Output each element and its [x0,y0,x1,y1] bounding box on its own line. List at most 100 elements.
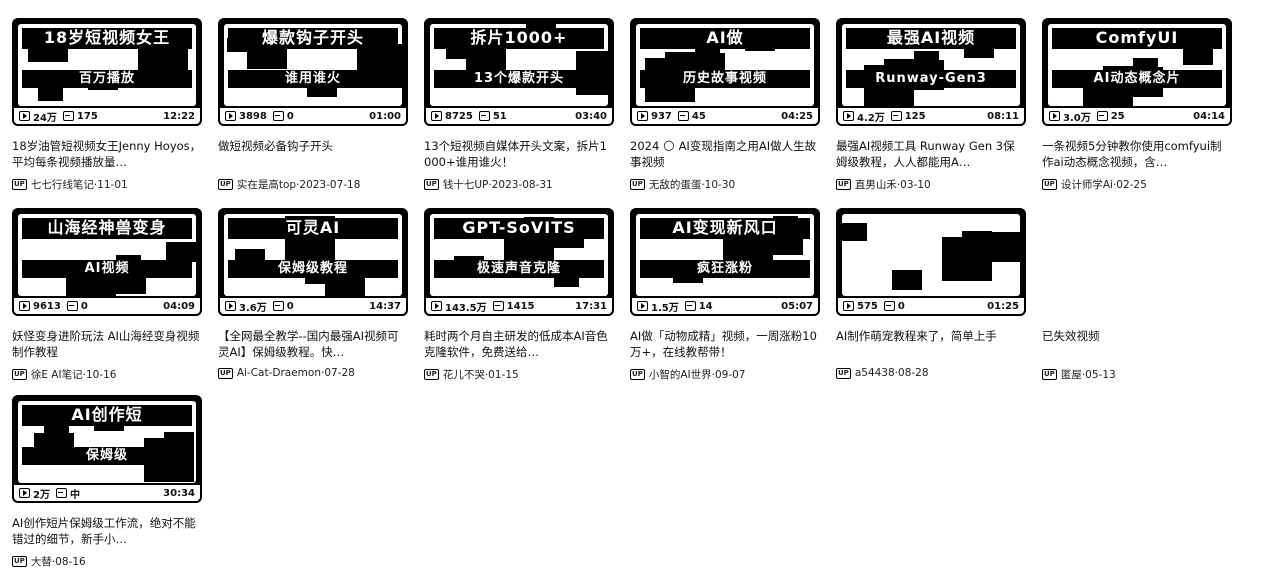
video-meta: UP Ai-Cat-Draemon · 07-28 [218,367,408,379]
video-card[interactable]: 拆片1000+ 13个爆款开头 8725 51 03:40 13个短视频自媒体开头文案，拆… [424,18,614,192]
up-icon: UP [630,179,645,190]
play-count-icon [19,111,30,121]
up-icon: UP [836,179,851,190]
danmaku-count: 14 [684,301,713,312]
video-stats-bar: 2万 中 30:34 [12,483,202,503]
video-meta: UP 花儿不哭 · 01-15 [424,367,614,382]
play-count-icon [19,488,30,498]
video-author[interactable]: 花儿不哭 [443,367,485,382]
video-author[interactable]: 七七行线笔记 [31,177,94,192]
video-thumbnail[interactable]: 拆片1000+ 13个爆款开头 8725 51 03:40 [424,18,614,126]
video-duration: 01:25 [987,300,1019,312]
thumbnail-caption-top: 可灵AI [228,218,398,239]
up-icon: UP [12,369,27,380]
video-author[interactable]: 大替 [31,554,52,569]
video-title[interactable]: 耗时两个月自主研发的低成本AI音色克隆软件，免费送给… [424,328,614,360]
video-card[interactable]: AI创作短 保姆级 2万 中 30:34 AI创作短片保姆级工作流，绝对不能错过的细节，新… [12,395,202,569]
video-title[interactable]: 妖怪变身进阶玩法 AI山海经变身视频制作教程 [12,328,202,360]
video-thumbnail[interactable]: 可灵AI 保姆级教程 3.6万 0 14:37 [218,208,408,316]
video-title[interactable]: 做短视频必备钩子开头 [218,138,408,170]
video-author[interactable]: 徐E AI笔记 [31,367,83,382]
video-author[interactable]: 无敌的蛋蛋 [649,177,702,192]
video-title[interactable]: 最强AI视频工具 Runway Gen 3保姆级教程，人人都能用A… [836,138,1026,170]
video-thumbnail[interactable]: AI变现新风口 疯狂涨粉 1.5万 14 05:07 [630,208,820,316]
thumbnail-caption-top: 山海经神兽变身 [22,218,192,239]
view-count-value: 3.6万 [239,302,267,314]
video-author[interactable]: 小智的AI世界 [649,367,712,382]
thumbnail-caption-top: AI做 [640,28,810,49]
video-duration: 03:40 [575,110,607,122]
video-author[interactable]: 钱十七UP [443,177,489,192]
video-card[interactable]: 18岁短视频女王 百万播放 24万 175 12:22 18岁油管短视频女王Jenny H… [12,18,202,192]
video-card[interactable]: 最强AI视频 Runway-Gen3 4.2万 125 08:11 最强AI视频工具 Ru… [836,18,1026,192]
video-date: 10-30 [704,178,736,191]
thumbnail-caption-top: GPT-SoVITS [434,218,604,239]
thumbnail-caption-top: 最强AI视频 [846,28,1016,49]
video-date: 02-25 [1116,178,1147,191]
thumbnail-caption-top: ComfyUI [1052,28,1222,49]
danmaku-icon [478,111,490,121]
view-count-value: 575 [857,300,878,312]
video-author[interactable]: a54438 [855,367,895,379]
video-thumbnail[interactable] [1042,208,1232,316]
video-title[interactable]: 13个短视频自媒体开头文案，拆片1000+谁用谁火！ [424,138,614,170]
danmaku-count-value: 175 [76,110,98,122]
thumbnail-caption-bottom: 13个爆款开头 [434,70,604,88]
video-card[interactable]: 已失效视频 UP 匿屋 · 05-13 [1042,208,1232,382]
video-stats-bar: 143.5万 1415 17:31 [424,296,614,316]
video-title[interactable]: AI制作萌宠教程来了，简单上手 [836,328,1026,360]
video-author[interactable]: 匿屋 [1061,367,1082,382]
video-title[interactable]: 已失效视频 [1042,328,1232,360]
view-count: 3.6万 [225,299,267,314]
video-thumbnail[interactable]: 最强AI视频 Runway-Gen3 4.2万 125 08:11 [836,18,1026,126]
video-title[interactable]: AI创作短片保姆级工作流，绝对不能错过的细节，新手小… [12,515,202,547]
video-meta: UP 钱十七UP · 2023-08-31 [424,177,614,192]
video-meta: UP 小智的AI世界 · 09-07 [630,367,820,382]
video-stats-bar: 3.6万 0 14:37 [218,296,408,316]
video-meta: UP a54438 · 08-28 [836,367,1026,379]
thumbnail-image [842,214,1020,296]
video-title[interactable]: 一条视频5分钟教你使用comfyui制作ai动态概念视频，含… [1042,138,1232,170]
video-date: 07-28 [324,367,355,379]
video-title[interactable]: AI做「动物成精」视频，一周涨粉10万+，在线教帮带！ [630,328,820,360]
video-title[interactable]: 18岁油管短视频女王Jenny Hoyos，平均每条视频播放量… [12,138,202,170]
thumbnail-shape [44,424,69,442]
play-count-icon [431,111,442,121]
up-icon: UP [218,179,233,190]
video-stats-bar: 1.5万 14 05:07 [630,296,820,316]
video-thumbnail[interactable]: 爆款钩子开头 谁用谁火 3898 0 01:00 [218,18,408,126]
video-thumbnail[interactable]: 575 0 01:25 [836,208,1026,316]
thumbnail-caption-bottom: 谁用谁火 [228,70,398,88]
video-thumbnail[interactable]: ComfyUI AI动态概念片 3.0万 25 04:14 [1042,18,1232,126]
danmaku-count-value: 0 [286,110,294,122]
video-title[interactable]: 2024 🌕 AI变现指南之用AI做人生故事视频 [630,138,820,170]
video-meta: UP 无敌的蛋蛋 · 10-30 [630,177,820,192]
video-card[interactable]: GPT-SoVITS 极速声音克隆 143.5万 1415 17:31 耗时两个月自主研发… [424,208,614,382]
video-thumbnail[interactable]: 18岁短视频女王 百万播放 24万 175 12:22 [12,18,202,126]
video-meta: UP 大替 · 08-16 [12,554,202,569]
danmaku-icon [883,301,895,311]
video-author[interactable]: 设计师学Ai [1061,177,1113,192]
video-card[interactable]: 山海经神兽变身 AI视频 9613 0 04:09 妖怪变身进阶玩法 AI山海经变身视频制… [12,208,202,382]
video-author[interactable]: 实在是高top [237,177,296,192]
video-author[interactable]: Ai-Cat-Draemon [237,367,321,379]
video-card[interactable]: 爆款钩子开头 谁用谁火 3898 0 01:00 做短视频必备钩子开头 UP 实在是高top … [218,18,408,192]
video-duration: 08:11 [987,110,1019,122]
video-thumbnail[interactable]: AI做 历史故事视频 937 45 04:25 [630,18,820,126]
thumbnail-caption-bottom: AI视频 [22,260,192,278]
video-duration: 04:25 [781,110,813,122]
video-card[interactable]: AI变现新风口 疯狂涨粉 1.5万 14 05:07 AI做「动物成精」视频，一周涨粉10… [630,208,820,382]
video-date: 2023-07-18 [299,178,361,191]
video-card[interactable]: 可灵AI 保姆级教程 3.6万 0 14:37 【全网最全教学--国内最强AI视频可灵AI… [218,208,408,379]
danmaku-count-value: 0 [80,300,88,312]
danmaku-icon [1096,111,1108,121]
video-card[interactable]: ComfyUI AI动态概念片 3.0万 25 04:14 一条视频5分钟教你使用comf… [1042,18,1232,192]
video-author[interactable]: 直男山禾 [855,177,897,192]
video-thumbnail[interactable]: GPT-SoVITS 极速声音克隆 143.5万 1415 17:31 [424,208,614,316]
video-thumbnail[interactable]: AI创作短 保姆级 2万 中 30:34 [12,395,202,503]
video-card[interactable]: 575 0 01:25 AI制作萌宠教程来了，简单上手 UP a54438 · 08-28 [836,208,1026,379]
video-thumbnail[interactable]: 山海经神兽变身 AI视频 9613 0 04:09 [12,208,202,316]
video-card[interactable]: AI做 历史故事视频 937 45 04:25 2024 🌕 AI变现指南之用AI做人生故… [630,18,820,192]
danmaku-count-value: 0 [286,300,294,312]
video-title[interactable]: 【全网最全教学--国内最强AI视频可灵AI】保姆级教程。快… [218,328,408,360]
